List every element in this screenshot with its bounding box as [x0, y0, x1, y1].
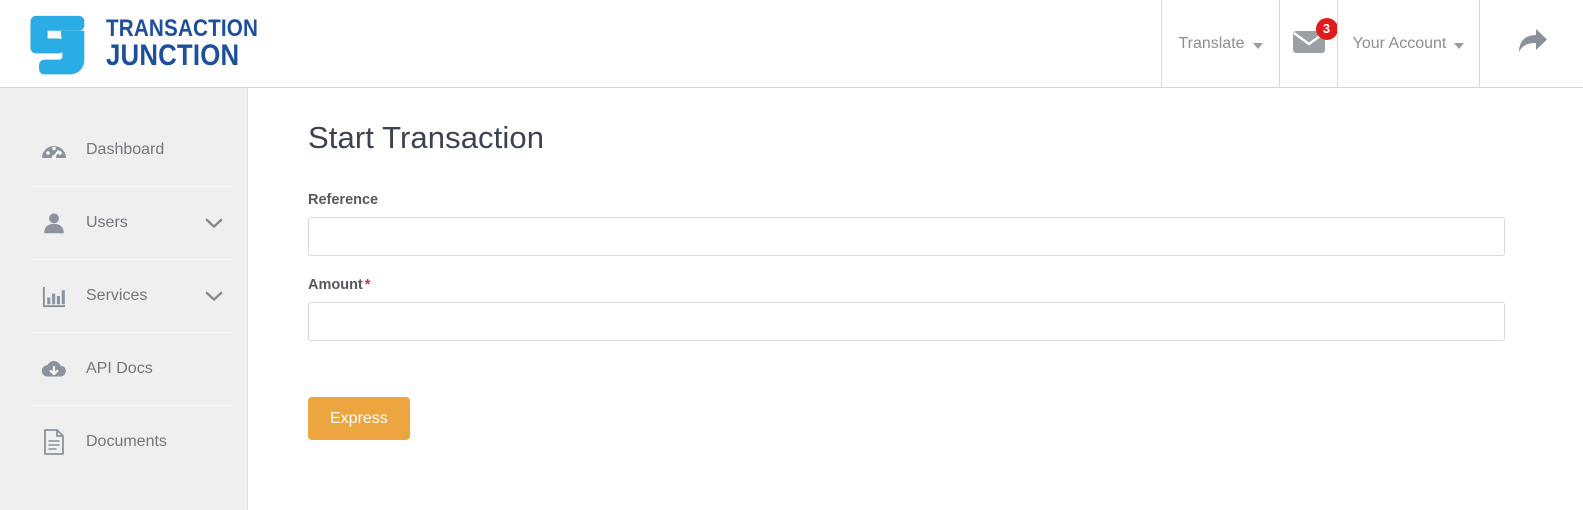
sidebar-nav: Dashboard Users Services API Docs Docume…	[0, 88, 248, 510]
sidebar-item-api-docs[interactable]: API Docs	[0, 333, 247, 405]
form-actions: Express	[308, 397, 1505, 440]
messages-badge: 3	[1315, 17, 1338, 40]
translate-label: Translate	[1178, 34, 1245, 52]
sidebar-item-label: Documents	[86, 433, 167, 450]
user-icon	[40, 209, 68, 237]
cloud-download-icon	[40, 355, 68, 383]
required-marker: *	[364, 277, 371, 293]
chevron-down-icon	[1252, 42, 1263, 49]
sidebar-item-dashboard[interactable]: Dashboard	[0, 114, 247, 186]
header-spacer	[283, 0, 1161, 87]
messages-button[interactable]: 3	[1279, 0, 1338, 87]
tj-monogram-logo-icon	[18, 8, 96, 80]
brand-wordmark-line2: JUNCTION	[106, 39, 240, 73]
account-label: Your Account	[1352, 34, 1447, 52]
reference-input[interactable]	[308, 217, 1505, 256]
form-group-amount: Amount *	[308, 277, 1505, 341]
chevron-down-icon[interactable]	[203, 218, 225, 229]
header-nav: Translate 3 Your Account	[1161, 0, 1583, 87]
brand-wordmark-line1: TRANSACTION	[106, 14, 259, 42]
top-header: TRANSACTION JUNCTION Translate 3 Your Ac…	[0, 0, 1583, 88]
logout-button[interactable]	[1479, 0, 1583, 87]
form-group-reference: Reference	[308, 192, 1505, 256]
document-icon	[40, 428, 68, 456]
forward-arrow-icon	[1515, 27, 1549, 60]
chevron-down-icon[interactable]	[203, 291, 225, 302]
sidebar-item-label: API Docs	[86, 360, 153, 377]
sidebar-item-documents[interactable]: Documents	[0, 406, 247, 478]
sidebar-item-services[interactable]: Services	[0, 260, 247, 332]
brand-wordmark: TRANSACTION JUNCTION	[106, 14, 283, 73]
application-window: TRANSACTION JUNCTION Translate 3 Your Ac…	[0, 0, 1583, 510]
express-submit-button[interactable]: Express	[308, 397, 410, 440]
amount-label: Amount *	[308, 277, 1505, 293]
main-content: Start Transaction Reference Amount * Expr…	[249, 88, 1583, 510]
translate-menu[interactable]: Translate	[1161, 0, 1279, 87]
bar-chart-icon	[40, 282, 68, 310]
reference-label: Reference	[308, 192, 1505, 208]
amount-label-text: Amount	[308, 277, 363, 293]
amount-input[interactable]	[308, 302, 1505, 341]
chevron-down-icon	[1454, 42, 1465, 49]
page-title: Start Transaction	[308, 120, 545, 155]
envelope-icon: 3	[1292, 17, 1338, 59]
sidebar-item-users[interactable]: Users	[0, 187, 247, 259]
brand-logo[interactable]: TRANSACTION JUNCTION	[0, 0, 283, 87]
sidebar-item-label: Users	[86, 214, 128, 231]
sidebar-item-label: Dashboard	[86, 141, 165, 158]
reference-label-text: Reference	[308, 192, 379, 208]
account-menu[interactable]: Your Account	[1337, 0, 1479, 87]
speedometer-icon	[40, 136, 68, 164]
sidebar-item-label: Services	[86, 287, 148, 304]
